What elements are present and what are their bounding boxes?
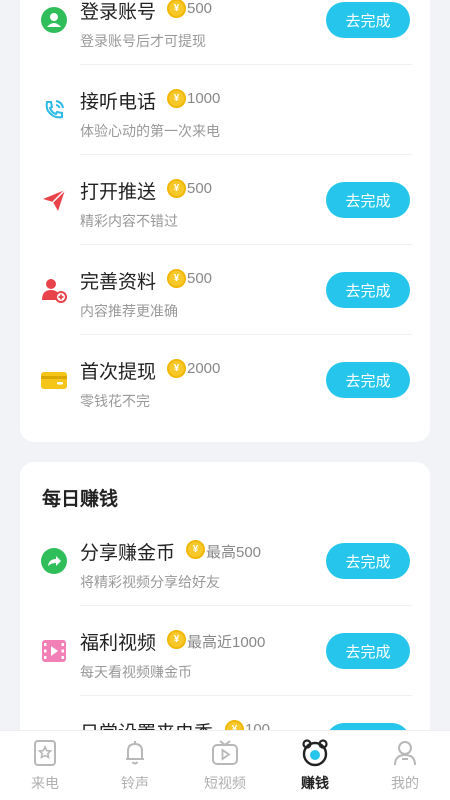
task-reward: 最高500 xyxy=(206,544,262,561)
task-title: 接听电话 xyxy=(80,92,157,113)
coin-icon: ¥ xyxy=(167,269,186,288)
wallet-card-icon xyxy=(40,366,68,394)
tab-label: 我的 xyxy=(391,775,419,791)
task-scroll-area[interactable]: 登录账号 ¥ 500 登录账号后才可提现 去完成 接听电话 ¥ 1000 体验心… xyxy=(0,0,450,730)
onboarding-task-card: 登录账号 ¥ 500 登录账号后才可提现 去完成 接听电话 ¥ 1000 体验心… xyxy=(20,0,430,442)
profile-icon xyxy=(389,737,421,769)
go-complete-button[interactable]: 去完成 xyxy=(326,362,410,398)
coin-icon: ¥ xyxy=(186,540,205,559)
task-desc: 精彩内容不错过 xyxy=(80,213,178,229)
task-title: 福利视频 xyxy=(80,633,157,654)
task-desc: 登录账号后才可提现 xyxy=(80,33,206,49)
video-film-icon xyxy=(40,637,68,665)
phone-ring-icon xyxy=(40,96,68,124)
task-reward: 500 xyxy=(187,270,213,287)
task-desc: 内容推荐更准确 xyxy=(80,303,178,319)
task-reward: 100 xyxy=(245,721,271,730)
tab-ringtone[interactable]: 铃声 xyxy=(90,731,180,800)
tab-label: 来电 xyxy=(31,775,59,791)
section-title: 每日赚钱 xyxy=(42,489,119,510)
coin-icon: ¥ xyxy=(167,630,186,649)
task-reward: 2000 xyxy=(187,360,221,377)
task-title: 登录账号 xyxy=(80,2,157,23)
phone-card-icon xyxy=(29,737,61,769)
daily-row-bonus-video[interactable]: 福利视频 ¥ 最高近1000 每天看视频赚金币 去完成 xyxy=(20,606,430,696)
tab-profile[interactable]: 我的 xyxy=(360,731,450,800)
task-title: 完善资料 xyxy=(80,272,157,293)
coin-icon: ¥ xyxy=(167,359,186,378)
user-circle-icon xyxy=(40,6,68,34)
task-desc: 将精彩视频分享给好友 xyxy=(80,574,220,590)
task-title: 首次提现 xyxy=(80,362,157,383)
user-add-icon xyxy=(40,276,68,304)
tab-earn-money[interactable]: 赚钱 xyxy=(270,731,360,800)
task-title: 分享赚金币 xyxy=(80,543,176,564)
coin-icon: ¥ xyxy=(225,720,244,730)
task-title: 日常设置来电秀 xyxy=(80,718,213,730)
tab-label: 短视频 xyxy=(204,775,246,791)
task-desc: 每天看视频赚金币 xyxy=(80,664,192,680)
coin-icon: ¥ xyxy=(167,0,186,18)
go-complete-button[interactable]: 去完成 xyxy=(326,633,410,669)
coin-icon: ¥ xyxy=(167,89,186,108)
task-reward: 500 xyxy=(187,0,213,17)
go-complete-button[interactable] xyxy=(326,723,410,730)
go-complete-button[interactable]: 去完成 xyxy=(326,2,410,38)
tab-label: 赚钱 xyxy=(301,775,329,791)
earn-money-icon xyxy=(299,737,331,769)
bell-icon xyxy=(119,737,151,769)
task-title: 打开推送 xyxy=(80,182,157,203)
daily-row-ringtone-show[interactable]: 日常设置来电秀 ¥ 100 xyxy=(20,696,430,730)
task-row-login[interactable]: 登录账号 ¥ 500 登录账号后才可提现 去完成 xyxy=(20,0,430,65)
tab-short-video[interactable]: 短视频 xyxy=(180,731,270,800)
bottom-tab-bar: 来电 铃声 短视频 赚钱 我的 xyxy=(0,730,450,800)
task-reward: 500 xyxy=(187,180,213,197)
coin-icon: ¥ xyxy=(167,179,186,198)
task-row-answer-call[interactable]: 接听电话 ¥ 1000 体验心动的第一次来电 xyxy=(20,65,430,155)
task-row-profile[interactable]: 完善资料 ¥ 500 内容推荐更准确 去完成 xyxy=(20,245,430,335)
task-desc: 零钱花不完 xyxy=(80,393,150,409)
task-desc: 体验心动的第一次来电 xyxy=(80,123,220,139)
task-reward: 最高近1000 xyxy=(187,634,266,651)
paper-plane-icon xyxy=(40,186,68,214)
daily-earn-card: 每日赚钱 分享赚金币 ¥ 最高500 将精彩视频分享给好友 去完成 福利视频 ¥… xyxy=(20,462,430,730)
tab-incoming-call[interactable]: 来电 xyxy=(0,731,90,800)
share-arrow-icon xyxy=(40,547,68,575)
go-complete-button[interactable]: 去完成 xyxy=(326,543,410,579)
task-reward: 1000 xyxy=(187,90,221,107)
short-video-icon xyxy=(209,737,241,769)
tab-label: 铃声 xyxy=(121,775,149,791)
task-row-push[interactable]: 打开推送 ¥ 500 精彩内容不错过 去完成 xyxy=(20,155,430,245)
daily-row-share[interactable]: 分享赚金币 ¥ 最高500 将精彩视频分享给好友 去完成 xyxy=(20,516,430,606)
task-row-first-withdraw[interactable]: 首次提现 ¥ 2000 零钱花不完 去完成 xyxy=(20,335,430,425)
go-complete-button[interactable]: 去完成 xyxy=(326,182,410,218)
go-complete-button[interactable]: 去完成 xyxy=(326,272,410,308)
